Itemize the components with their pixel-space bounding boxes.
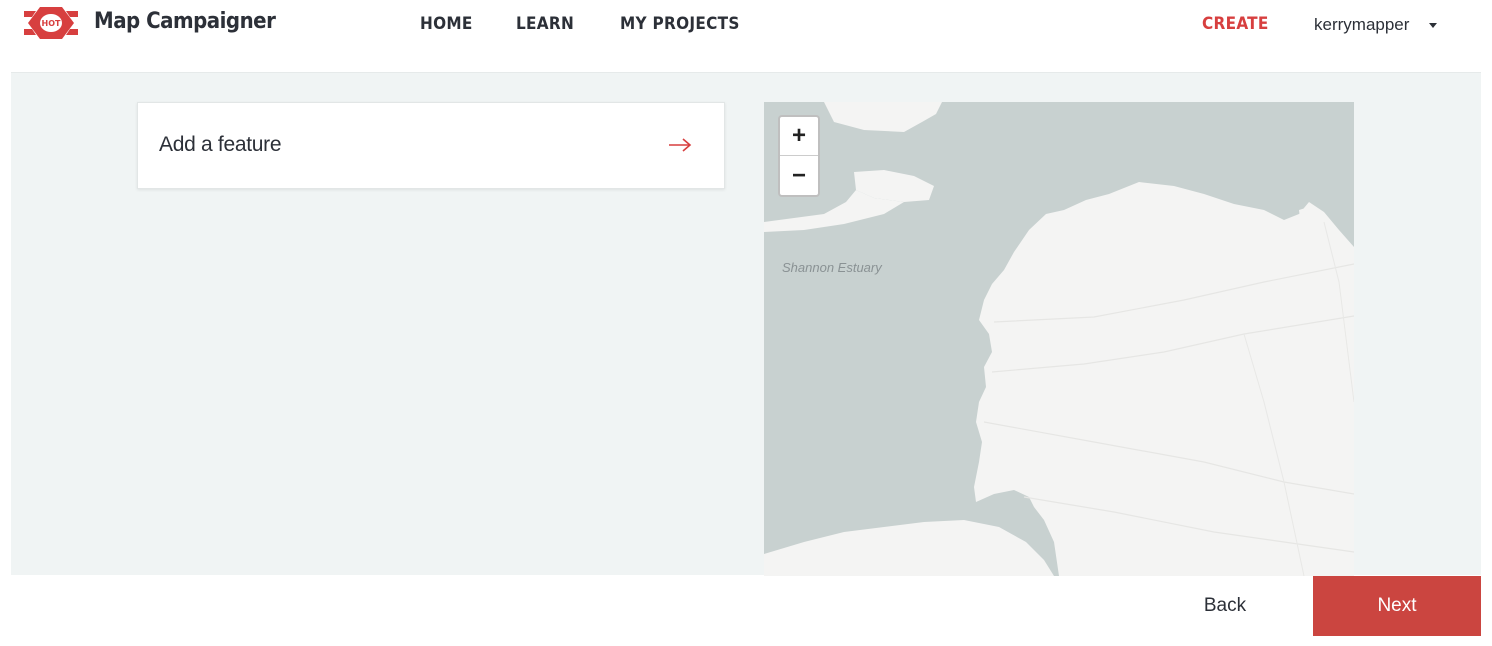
- zoom-control: + −: [778, 115, 820, 197]
- top-navbar: HOT Map Campaigner HOME LEARN MY PROJECT…: [0, 0, 1492, 50]
- chevron-down-icon: [1429, 22, 1438, 28]
- add-feature-card[interactable]: Add a feature: [137, 102, 725, 189]
- hot-logo-icon: HOT: [24, 7, 78, 39]
- zoom-in-button[interactable]: +: [780, 117, 818, 156]
- add-feature-title: Add a feature: [159, 133, 282, 156]
- hot-logo[interactable]: HOT: [20, 5, 82, 41]
- map-view[interactable]: Shannon Estuary + −: [764, 102, 1354, 576]
- nav-create[interactable]: CREATE: [1202, 14, 1269, 34]
- map-tiles: [764, 102, 1354, 576]
- username: kerrymapper: [1314, 15, 1410, 34]
- nav-my-projects[interactable]: MY PROJECTS: [620, 14, 740, 34]
- nav-learn[interactable]: LEARN: [516, 14, 574, 34]
- user-menu[interactable]: kerrymapper: [1314, 13, 1438, 37]
- nav-home[interactable]: HOME: [420, 14, 473, 34]
- next-button[interactable]: Next: [1313, 576, 1481, 636]
- arrow-right-icon: [669, 138, 692, 152]
- back-button[interactable]: Back: [1178, 576, 1272, 636]
- wizard-footer: Back Next: [0, 576, 1492, 646]
- map-place-label: Shannon Estuary: [782, 260, 882, 275]
- svg-text:HOT: HOT: [42, 19, 61, 28]
- app-title[interactable]: Map Campaigner: [94, 9, 276, 34]
- main-content: Add a feature Shannon Estuary + −: [11, 72, 1481, 576]
- zoom-out-button[interactable]: −: [780, 156, 818, 195]
